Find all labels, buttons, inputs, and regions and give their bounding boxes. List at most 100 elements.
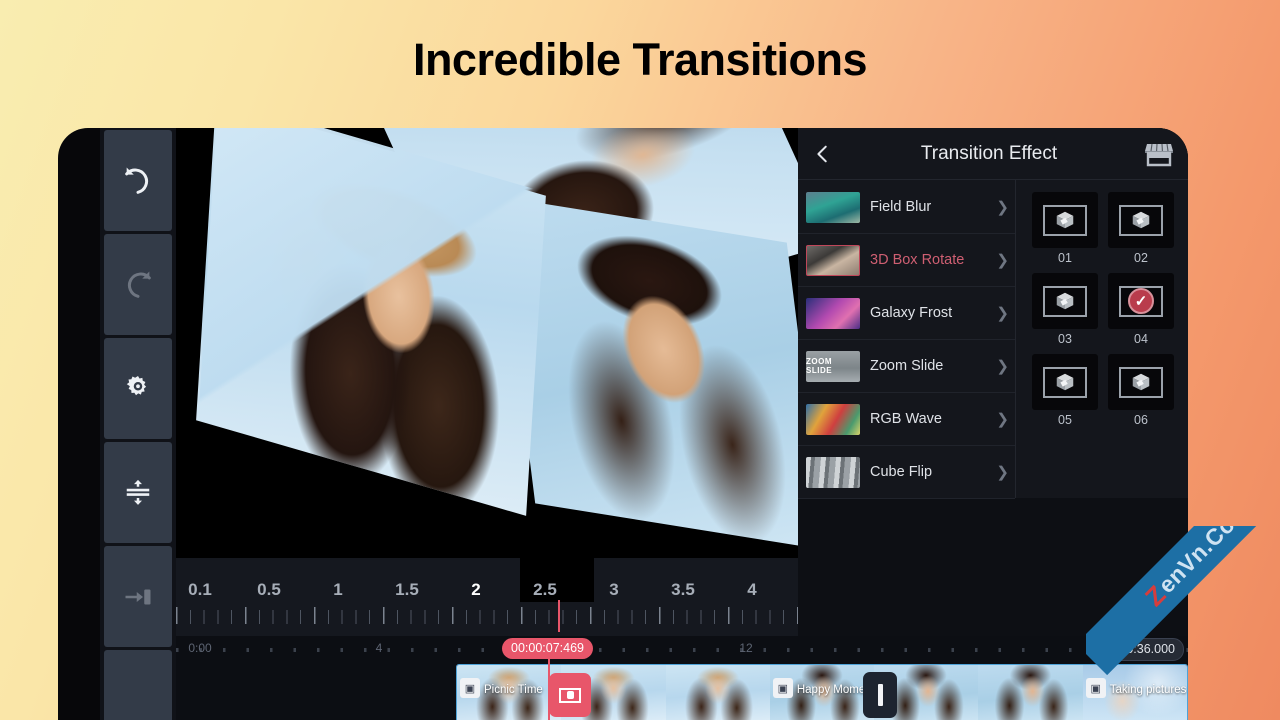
effect-row-cube-flip[interactable]: Cube Flip ❯ bbox=[798, 446, 1015, 499]
scale-major-ticks bbox=[176, 607, 798, 624]
chevron-right-icon[interactable]: ❯ bbox=[996, 198, 1009, 216]
variant-frame: ✓ bbox=[1119, 285, 1163, 317]
effect-label: Cube Flip bbox=[870, 464, 933, 480]
store-icon[interactable] bbox=[1144, 141, 1174, 167]
chevron-right-icon[interactable]: ❯ bbox=[996, 357, 1009, 375]
clip-group[interactable]: ▣ Picnic Time ▣ Happy Moment ▣ Taking pi… bbox=[456, 664, 1188, 720]
effect-row-field-blur[interactable]: Field Blur ❯ bbox=[798, 181, 1015, 234]
effect-thumbnail bbox=[806, 456, 860, 488]
scale-tick-2: 2 bbox=[471, 580, 481, 599]
scale-tick-1: 1 bbox=[333, 580, 343, 599]
effect-thumbnail bbox=[806, 244, 860, 276]
back-chevron-icon[interactable] bbox=[812, 143, 834, 165]
cube-icon bbox=[1132, 211, 1150, 229]
transition-icon[interactable] bbox=[549, 673, 591, 717]
effect-label: Zoom Slide bbox=[870, 358, 944, 374]
clip-thumb[interactable] bbox=[978, 665, 1083, 720]
timeline[interactable]: 0:0041216 00:00:07:469 00:00:36.000 ▣ Pi… bbox=[176, 636, 1188, 720]
clip-label: Taking pictures bbox=[1109, 684, 1187, 696]
chevron-right-icon[interactable]: ❯ bbox=[996, 463, 1009, 481]
split-icon[interactable] bbox=[863, 672, 897, 718]
variant-number: 06 bbox=[1134, 413, 1148, 427]
variant-number: 01 bbox=[1058, 251, 1072, 265]
variant-cell-01[interactable]: 01 bbox=[1032, 192, 1098, 267]
timeline-ruler[interactable]: 0:0041216 bbox=[176, 636, 1188, 663]
image-icon: ▣ bbox=[1085, 678, 1106, 698]
scale-tick-3: 3 bbox=[609, 580, 619, 599]
table-row[interactable]: ▣ Picnic Time bbox=[457, 665, 562, 720]
3d-box-transition bbox=[176, 128, 798, 553]
chevron-right-icon[interactable]: ❯ bbox=[996, 304, 1009, 322]
variant-tile[interactable]: ✓ bbox=[1108, 273, 1174, 329]
panel-title: Transition Effect bbox=[920, 142, 1058, 164]
effect-thumbnail-text: ZOOM SLIDE bbox=[806, 357, 833, 375]
variant-tile[interactable] bbox=[1032, 192, 1098, 248]
variant-frame bbox=[1119, 366, 1163, 398]
variant-frame bbox=[1119, 204, 1163, 236]
video-clip-track[interactable]: ▣ Picnic Time ▣ Happy Moment ▣ Taking pi… bbox=[176, 663, 1188, 720]
table-row[interactable]: ▣ Taking pictures bbox=[1082, 665, 1187, 720]
video-preview[interactable] bbox=[176, 128, 798, 558]
effect-row-rgb-wave[interactable]: RGB Wave ❯ bbox=[798, 393, 1015, 446]
scale-playhead[interactable] bbox=[558, 600, 560, 632]
effect-label: 3D Box Rotate bbox=[870, 252, 965, 268]
variant-cell-05[interactable]: 05 bbox=[1032, 354, 1098, 429]
scale-labels: 0.1 0.5 1 1.5 2 2.5 3 3.5 4 bbox=[176, 580, 798, 602]
expand-tracks-button[interactable] bbox=[104, 442, 172, 543]
clip-thumb[interactable] bbox=[665, 665, 770, 720]
playhead[interactable] bbox=[548, 654, 550, 720]
scale-tick-3-5: 3.5 bbox=[671, 580, 695, 599]
effect-thumbnail bbox=[806, 403, 860, 435]
check-icon: ✓ bbox=[1128, 288, 1154, 314]
redo-button[interactable] bbox=[104, 234, 172, 335]
effect-list[interactable]: Field Blur ❯ 3D Box Rotate ❯ Galaxy Frost ❯ ZO… bbox=[798, 180, 1016, 499]
variant-cell-04[interactable]: ✓ 04 bbox=[1108, 273, 1174, 348]
variant-tile[interactable] bbox=[1032, 273, 1098, 329]
variant-tile[interactable] bbox=[1032, 354, 1098, 410]
settings-button[interactable] bbox=[104, 338, 172, 439]
image-icon: ▣ bbox=[460, 678, 480, 698]
scale-tick-4: 4 bbox=[747, 580, 757, 599]
effect-thumbnail: ZOOM SLIDE bbox=[806, 350, 860, 382]
panel-body: Field Blur ❯ 3D Box Rotate ❯ Galaxy Frost ❯ ZO… bbox=[798, 180, 1188, 499]
variant-tile[interactable] bbox=[1108, 354, 1174, 410]
transition-effect-panel: Transition Effect Field Blur ❯ 3D Box Rota… bbox=[798, 128, 1188, 499]
image-icon: ▣ bbox=[772, 678, 793, 698]
table-row[interactable]: ▣ Happy Moment bbox=[769, 665, 875, 720]
effect-row-3d-box-rotate[interactable]: 3D Box Rotate ❯ bbox=[798, 234, 1015, 287]
effect-row-zoom-slide[interactable]: ZOOM SLIDE Zoom Slide ❯ bbox=[798, 340, 1015, 393]
timeline-ruler-label: 12 bbox=[739, 641, 753, 655]
playhead-time-badge[interactable]: 00:00:07:469 bbox=[502, 638, 593, 659]
variant-grid[interactable]: 01 02 03 ✓ 04 05 06 bbox=[1032, 192, 1174, 429]
variant-cell-03[interactable]: 03 bbox=[1032, 273, 1098, 348]
tool-rail-extra[interactable] bbox=[104, 650, 172, 720]
variant-frame bbox=[1043, 285, 1087, 317]
effect-label: RGB Wave bbox=[870, 411, 942, 427]
chevron-right-icon[interactable]: ❯ bbox=[996, 410, 1009, 428]
clip-label: Picnic Time bbox=[484, 684, 543, 696]
preview-time-scale[interactable]: 0.1 0.5 1 1.5 2 2.5 3 3.5 4 bbox=[176, 558, 798, 636]
undo-button[interactable] bbox=[104, 130, 172, 231]
scale-tick-1-5: 1.5 bbox=[395, 580, 419, 599]
variant-cell-06[interactable]: 06 bbox=[1108, 354, 1174, 429]
cube-icon bbox=[1056, 373, 1074, 391]
effect-row-galaxy-frost[interactable]: Galaxy Frost ❯ bbox=[798, 287, 1015, 340]
effect-thumbnail bbox=[806, 297, 860, 329]
total-duration-badge[interactable]: 00:00:36.000 bbox=[1093, 638, 1184, 661]
variant-number: 02 bbox=[1134, 251, 1148, 265]
tablet-device: 0.1 0.5 1 1.5 2 2.5 3 3.5 4 Transition Effect bbox=[58, 128, 1188, 720]
variant-cell-02[interactable]: 02 bbox=[1108, 192, 1174, 267]
variant-number: 03 bbox=[1058, 332, 1072, 346]
effect-thumbnail bbox=[806, 191, 860, 223]
cube-icon bbox=[1056, 292, 1074, 310]
timeline-ruler-label: 4 bbox=[375, 641, 383, 655]
variant-tile[interactable] bbox=[1108, 192, 1174, 248]
chevron-right-icon[interactable]: ❯ bbox=[996, 251, 1009, 269]
scale-tick-0-1: 0.1 bbox=[188, 580, 212, 599]
variant-grid-pane: 01 02 03 ✓ 04 05 06 bbox=[1016, 180, 1188, 498]
effect-label: Field Blur bbox=[870, 199, 932, 215]
panel-header: Transition Effect bbox=[798, 128, 1188, 180]
export-button[interactable] bbox=[104, 546, 172, 647]
scale-tick-2-5: 2.5 bbox=[533, 580, 557, 599]
timeline-tick-dots bbox=[176, 648, 1188, 652]
